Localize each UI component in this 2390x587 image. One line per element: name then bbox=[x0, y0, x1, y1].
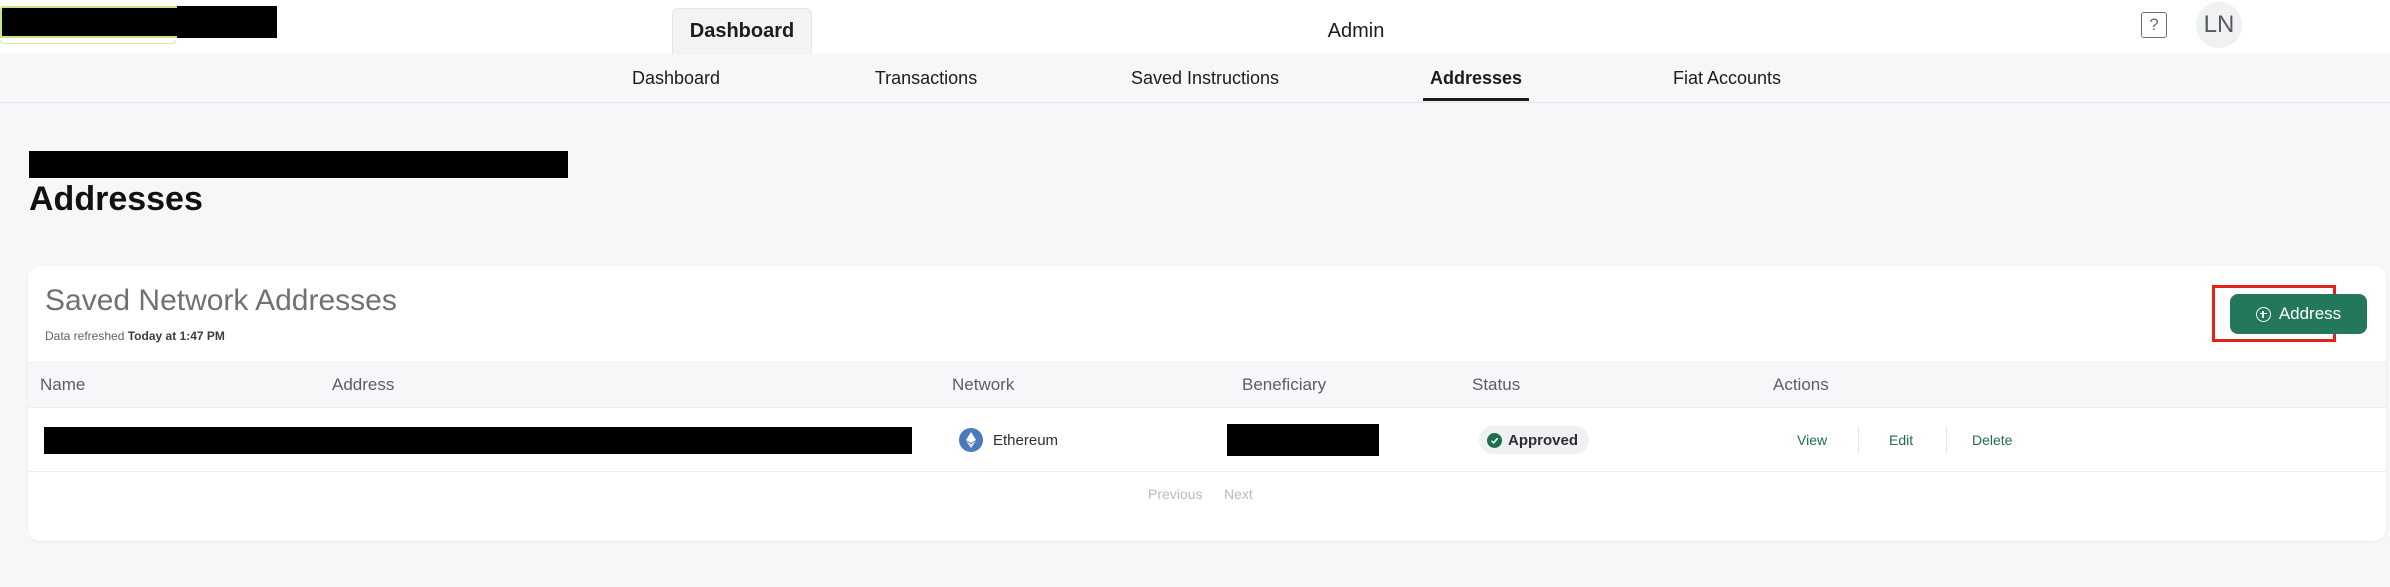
column-header-name[interactable]: Name bbox=[40, 363, 85, 407]
check-circle-icon bbox=[1487, 432, 1502, 448]
logo-redacted[interactable] bbox=[0, 6, 277, 38]
column-header-address[interactable]: Address bbox=[332, 363, 394, 407]
refresh-label: Data refreshed bbox=[45, 329, 125, 343]
action-divider bbox=[1946, 426, 1947, 454]
saved-addresses-card: Saved Network Addresses Data refreshed T… bbox=[28, 266, 2386, 541]
card-title: Saved Network Addresses bbox=[45, 284, 397, 317]
tab-admin[interactable]: Admin bbox=[1310, 8, 1402, 54]
status-cell: Approved bbox=[1479, 408, 1590, 472]
network-cell: Ethereum bbox=[959, 408, 1058, 472]
page-title: Addresses bbox=[29, 180, 203, 218]
add-address-button[interactable]: Address bbox=[2230, 294, 2367, 334]
subnav-item-transactions[interactable]: Transactions bbox=[872, 54, 980, 103]
column-header-beneficiary[interactable]: Beneficiary bbox=[1242, 363, 1326, 407]
next-page-button[interactable]: Next bbox=[1224, 486, 1253, 502]
edit-link[interactable]: Edit bbox=[1889, 408, 1913, 472]
ethereum-icon bbox=[959, 428, 983, 452]
add-address-label: Address bbox=[2278, 304, 2342, 323]
avatar[interactable]: LN bbox=[2196, 2, 2242, 48]
sub-navigation: Dashboard Transactions Saved Instruction… bbox=[0, 54, 2390, 103]
top-bar: Dashboard Admin ? LN bbox=[0, 0, 2390, 54]
status-label: Approved bbox=[1508, 431, 1579, 449]
subnav-item-addresses[interactable]: Addresses bbox=[1423, 54, 1529, 103]
plus-circle-icon bbox=[2255, 306, 2271, 322]
subnav-item-fiat-accounts[interactable]: Fiat Accounts bbox=[1670, 54, 1784, 103]
refresh-status: Data refreshed Today at 1:47 PM bbox=[45, 329, 225, 343]
previous-page-button[interactable]: Previous bbox=[1148, 486, 1202, 502]
refresh-time: Today at 1:47 PM bbox=[127, 329, 225, 343]
column-header-status[interactable]: Status bbox=[1472, 363, 1520, 407]
table-row[interactable]: Ethereum Approved View Edit Delete bbox=[28, 408, 2386, 472]
status-badge: Approved bbox=[1479, 426, 1590, 454]
delete-link[interactable]: Delete bbox=[1972, 408, 2012, 472]
tab-dashboard[interactable]: Dashboard bbox=[672, 8, 812, 54]
view-link[interactable]: View bbox=[1797, 408, 1827, 472]
beneficiary-redacted bbox=[1227, 424, 1379, 456]
table-header: Name Address Network Beneficiary Status … bbox=[28, 362, 2386, 408]
column-header-actions: Actions bbox=[1773, 375, 1829, 394]
network-name: Ethereum bbox=[993, 431, 1059, 449]
help-icon[interactable]: ? bbox=[2141, 12, 2167, 38]
name-address-redacted bbox=[44, 426, 912, 454]
column-header-network[interactable]: Network bbox=[952, 363, 1014, 407]
subnav-item-saved-instructions[interactable]: Saved Instructions bbox=[1128, 54, 1282, 103]
beneficiary-cell bbox=[1227, 408, 1379, 472]
breadcrumb-redacted bbox=[29, 151, 568, 178]
logo-edge bbox=[0, 40, 176, 44]
name-address-cell bbox=[44, 408, 912, 472]
action-divider bbox=[1858, 426, 1859, 454]
subnav-item-dashboard[interactable]: Dashboard bbox=[626, 54, 726, 103]
